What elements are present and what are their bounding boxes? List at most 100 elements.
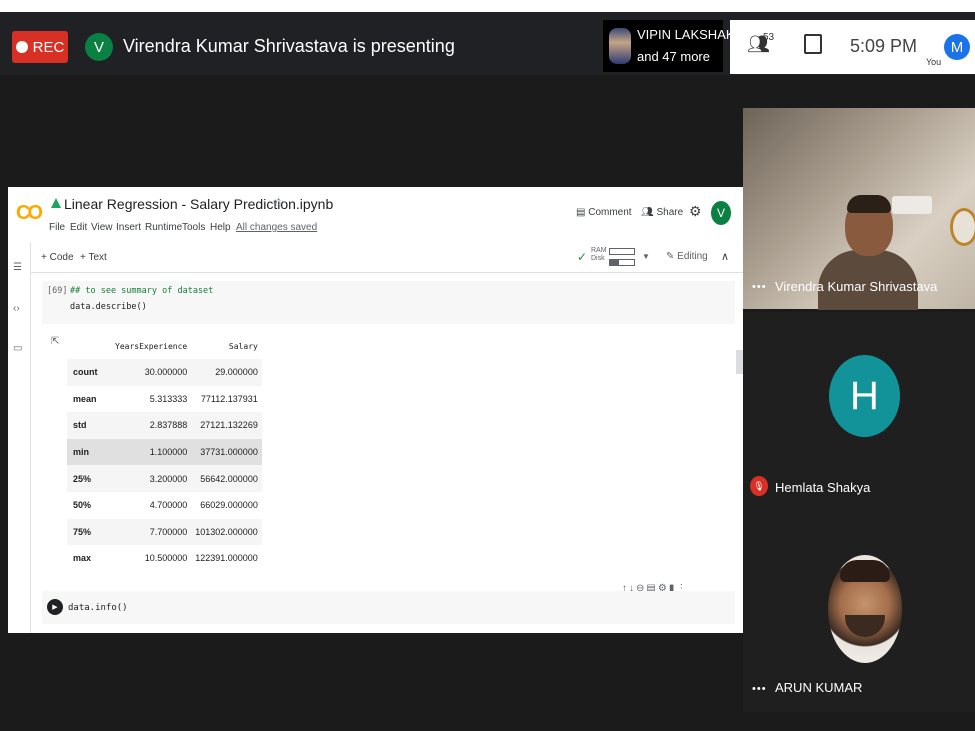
table-row: max 10.500000 122391.000000 (67, 545, 262, 572)
code-comment[interactable]: ## to see summary of dataset (70, 286, 213, 296)
top-border (0, 0, 975, 12)
table-row: std 2.837888 27121.132269 (67, 412, 262, 439)
menu-tools[interactable]: Tools (182, 222, 205, 233)
resources-dropdown-icon[interactable]: ▼ (642, 252, 650, 261)
more-options-icon[interactable]: ••• (752, 683, 767, 695)
star-icon[interactable]: ☆ (272, 194, 285, 211)
more-options-icon[interactable]: ••• (752, 281, 767, 293)
comment-label: Comment (588, 207, 632, 218)
menu-file[interactable]: File (49, 222, 65, 233)
you-label: You (926, 57, 942, 67)
cell-years: 7.700000 (111, 518, 192, 546)
rec-label: REC (32, 38, 65, 56)
wall-clock-icon (950, 208, 975, 246)
recording-badge: REC (12, 31, 68, 63)
cell-years: 4.700000 (149, 500, 188, 511)
cell-salary: 37731.000000 (191, 438, 262, 466)
menu-insert[interactable]: Insert (116, 222, 141, 233)
table-row: 25% 3.200000 56642.000000 (67, 465, 262, 492)
table-row: 50% 4.700000 66029.000000 (67, 492, 262, 519)
resource-labels: RAM Disk (591, 247, 607, 263)
describe-table: YearsExperience Salary count 30.000000 2… (67, 333, 262, 572)
pencil-icon: ✎ (666, 251, 675, 262)
participant-photo-hair (840, 560, 890, 582)
column-header: Salary (228, 341, 258, 351)
column-header: YearsExperience (115, 341, 188, 351)
my-avatar[interactable]: M (944, 34, 970, 60)
row-index: max (73, 553, 92, 564)
toc-icon[interactable]: ☰ (13, 262, 22, 273)
cell-years: 1.100000 (111, 438, 192, 466)
cell-years: 5.313333 (149, 393, 188, 404)
comment-button[interactable]: ▤ Comment (576, 207, 632, 218)
row-index: 25% (67, 465, 111, 492)
participant-count: 53 (763, 32, 775, 43)
table-row: count 30.000000 29.000000 (67, 359, 262, 386)
menu-runtime[interactable]: Runtime (145, 222, 182, 233)
participant-name: Hemlata Shakya (775, 480, 871, 495)
code-snippets-icon[interactable]: ‹› (13, 303, 20, 314)
code-line[interactable]: data.describe() (70, 302, 147, 312)
add-text-button[interactable]: + Text (80, 252, 107, 263)
record-dot-icon (15, 41, 28, 53)
row-index: count (67, 359, 111, 386)
editing-label: Editing (677, 251, 708, 262)
participant-avatar: H (829, 355, 900, 437)
table-row: mean 5.313333 77112.137931 (67, 386, 262, 413)
disk-label: Disk (591, 255, 605, 262)
row-index: 75% (67, 518, 111, 546)
gear-icon[interactable]: ⚙ (689, 203, 702, 220)
table-row: min 1.100000 37731.000000 (67, 438, 262, 466)
output-icon[interactable]: ⇱ (51, 336, 59, 347)
table-index-header (67, 333, 111, 359)
chat-icon[interactable] (804, 34, 822, 54)
add-code-button[interactable]: + Code (41, 252, 74, 263)
background-object (892, 196, 932, 214)
save-status-link[interactable]: All changes saved (236, 222, 317, 233)
colab-sidebar (8, 242, 31, 633)
cell-years: 2.837888 (111, 412, 192, 439)
mic-off-icon: 🎙︎ (750, 476, 768, 496)
share-icon: 👥︎ (641, 207, 654, 218)
connected-check-icon: ✓ (577, 250, 588, 264)
menu-edit[interactable]: Edit (70, 222, 87, 233)
pinned-participant-photo (609, 28, 631, 64)
row-index: 50% (73, 500, 92, 511)
disk-usage-fill (610, 260, 619, 265)
account-avatar[interactable]: V (711, 201, 731, 225)
cell-salary: 66029.000000 (200, 500, 258, 511)
cell-salary: 77112.137931 (200, 393, 258, 404)
row-index: mean (73, 393, 97, 404)
row-index: min (67, 438, 111, 466)
notebook-title[interactable]: Linear Regression - Salary Prediction.ip… (64, 196, 333, 212)
participant-video-hair (847, 195, 891, 213)
cell-salary: 29.000000 (191, 359, 262, 386)
scrollbar-thumb[interactable] (736, 350, 743, 374)
cell-salary: 27121.132269 (191, 412, 262, 439)
menu-help[interactable]: Help (210, 222, 231, 233)
presenter-avatar: V (85, 33, 113, 61)
cell-years: 3.200000 (111, 465, 192, 492)
cell-years: 10.500000 (144, 553, 188, 564)
menu-view[interactable]: View (91, 222, 113, 233)
code-cell-info[interactable] (42, 591, 735, 624)
chevron-up-icon[interactable]: ∧ (721, 250, 729, 263)
comment-icon: ▤ (576, 207, 586, 218)
participant-name: Virendra Kumar Shrivastava (775, 279, 938, 294)
colab-logo: CO (16, 202, 43, 224)
files-icon[interactable]: ▭ (13, 343, 22, 354)
cell-salary: 101302.000000 (191, 518, 262, 546)
code-line[interactable]: data.info() (68, 603, 128, 613)
presenting-status: Virendra Kumar Shrivastava is presenting (123, 36, 455, 56)
ram-label: RAM (591, 247, 607, 254)
ram-usage-bar[interactable] (609, 248, 635, 255)
participant-name: ARUN KUMAR (775, 680, 863, 695)
row-index: std (67, 412, 111, 439)
table-row: 75% 7.700000 101302.000000 (67, 518, 262, 546)
run-cell-button[interactable]: ▶ (47, 599, 63, 615)
share-button[interactable]: 👥︎ Share (641, 207, 683, 218)
execution-count: [69] (47, 286, 68, 296)
others-count-text: and 47 more (637, 49, 710, 64)
editing-mode-button[interactable]: ✎ Editing (666, 251, 708, 262)
notebook-toolbar (8, 242, 743, 273)
